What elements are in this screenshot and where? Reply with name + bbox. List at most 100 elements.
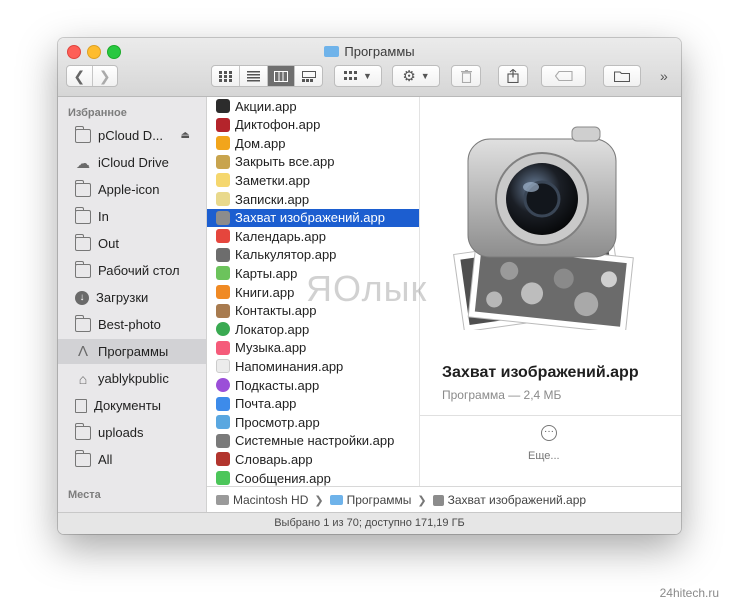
sidebar-item-label: Out xyxy=(98,236,119,251)
columns-icon xyxy=(273,70,288,82)
list-item[interactable]: Музыка.app xyxy=(207,339,419,357)
back-button[interactable]: ❮ xyxy=(67,66,93,86)
sidebar-item-label: uploads xyxy=(98,425,144,440)
home-app-icon xyxy=(216,136,230,151)
image-capture-large-icon xyxy=(453,126,634,330)
sidebar-item-pcloud[interactable]: pCloud D... ⏏ xyxy=(58,123,206,148)
list-item[interactable]: Диктофон.app xyxy=(207,116,419,134)
list-icon xyxy=(246,70,260,81)
list-item-label: Книги.app xyxy=(235,284,295,300)
action-button[interactable]: ⚙ ▼ xyxy=(392,65,440,87)
sidebar-item-downloads[interactable]: ↓ Загрузки xyxy=(58,285,206,310)
list-item-label: Акции.app xyxy=(235,98,297,114)
chevron-down-icon: ▼ xyxy=(363,71,372,81)
icon-view-button[interactable] xyxy=(212,66,240,86)
sidebar-item-best-photo[interactable]: Best-photo xyxy=(58,312,206,337)
mail-app-icon xyxy=(216,396,230,411)
list-item[interactable]: Дом.app xyxy=(207,134,419,152)
sidebar-item-icloud-drive[interactable]: ☁ iCloud Drive xyxy=(58,150,206,175)
group-grid-icon xyxy=(344,70,358,80)
list-item[interactable]: Закрыть все.app xyxy=(207,153,419,171)
list-item[interactable]: Записки.app xyxy=(207,190,419,208)
sidebar-item-desktop[interactable]: Рабочий стол xyxy=(58,258,206,283)
path-bar: Macintosh HD ❯ Программы ❯ Захват изобра… xyxy=(207,486,681,513)
list-item[interactable]: Просмотр.app xyxy=(207,413,419,431)
folder-icon xyxy=(75,422,91,440)
path-segment-disk[interactable]: Macintosh HD xyxy=(233,493,308,507)
column-view-button[interactable] xyxy=(267,66,296,86)
quit-all-app-icon xyxy=(216,154,230,169)
list-item[interactable]: Подкасты.app xyxy=(207,376,419,394)
sidebar-item-label: In xyxy=(98,209,109,224)
maps-app-icon xyxy=(216,266,230,281)
find-my-app-icon xyxy=(216,322,230,337)
watermark: ЯОлык xyxy=(306,268,428,309)
list-item[interactable]: Локатор.app xyxy=(207,320,419,338)
share-button[interactable] xyxy=(498,65,528,87)
list-item-label: Словарь.app xyxy=(235,451,313,467)
status-bar: Выбрано 1 из 70; доступно 171,19 ГБ xyxy=(58,512,681,534)
list-item-label: Карты.app xyxy=(235,265,298,281)
sidebar-item-label: Загрузки xyxy=(96,290,149,305)
list-item[interactable]: Сообщения.app xyxy=(207,469,419,486)
preview-divider xyxy=(420,415,681,416)
list-item-label: Сообщения.app xyxy=(235,470,331,486)
image-capture-app-icon xyxy=(216,210,230,225)
desktop-icon xyxy=(75,260,91,278)
sidebar-item-documents[interactable]: Документы xyxy=(58,393,206,418)
preview-file-meta: Программа — 2,4 МБ xyxy=(442,388,562,402)
new-folder-button[interactable] xyxy=(603,65,641,87)
list-item-label: Музыка.app xyxy=(235,340,307,356)
sidebar-item-all[interactable]: All xyxy=(58,447,206,472)
disk-icon xyxy=(216,495,229,505)
list-item[interactable]: Акции.app xyxy=(207,97,419,115)
list-item-label: Захват изображений.app xyxy=(235,210,385,226)
chevron-right-icon: ❯ xyxy=(98,67,111,84)
list-item-label: Калькулятор.app xyxy=(235,247,337,263)
music-app-icon xyxy=(216,340,230,355)
sidebar-item-out[interactable]: Out xyxy=(58,231,206,256)
forward-button[interactable]: ❯ xyxy=(93,66,118,86)
sidebar-item-label: Рабочий стол xyxy=(98,263,180,278)
path-separator-icon: ❯ xyxy=(417,494,427,507)
list-item[interactable]: Почта.app xyxy=(207,395,419,413)
sidebar-item-in[interactable]: In xyxy=(58,204,206,229)
trash-button[interactable] xyxy=(451,65,481,87)
sidebar-item-apple-icon[interactable]: Apple-icon xyxy=(58,177,206,202)
sidebar-item-applications[interactable]: Λ Программы xyxy=(58,339,206,364)
list-item[interactable]: Системные настройки.app xyxy=(207,432,419,450)
eject-icon[interactable]: ⏏ xyxy=(181,130,190,141)
list-item[interactable]: Заметки.app xyxy=(207,171,419,189)
list-item[interactable]: Калькулятор.app xyxy=(207,246,419,264)
tags-button[interactable] xyxy=(541,65,586,87)
preview-pane: Захват изображений.app Программа — 2,4 М… xyxy=(420,97,681,486)
path-segment-applications[interactable]: Программы xyxy=(347,493,412,507)
toolbar-overflow-button[interactable]: » xyxy=(660,68,668,84)
preview-file-name: Захват изображений.app xyxy=(442,364,639,381)
preview-more-button[interactable]: Еще... xyxy=(528,450,560,462)
sidebar-item-home[interactable]: ⌂ yablykpublic xyxy=(58,366,206,391)
image-capture-small-icon xyxy=(432,494,444,506)
gallery-view-button[interactable] xyxy=(295,66,322,86)
list-item-label: Контакты.app xyxy=(235,303,317,319)
more-icon[interactable]: ··· xyxy=(541,425,557,441)
list-view-button[interactable] xyxy=(240,66,268,86)
list-item-label: Напоминания.app xyxy=(235,358,344,374)
notes-app-icon xyxy=(216,173,230,188)
list-item[interactable]: Календарь.app xyxy=(207,227,419,245)
grid-icon xyxy=(218,70,232,82)
applications-folder-icon xyxy=(329,495,343,505)
gallery-icon xyxy=(301,70,316,82)
list-item-selected[interactable]: Захват изображений.app xyxy=(207,208,419,227)
list-item-label: Системные настройки.app xyxy=(235,433,395,449)
list-item[interactable]: Словарь.app xyxy=(207,450,419,468)
group-button[interactable]: ▼ xyxy=(334,65,382,87)
folder-icon xyxy=(75,233,91,251)
sidebar-places-header: Места xyxy=(68,489,101,501)
sidebar-item-uploads[interactable]: uploads xyxy=(58,420,206,445)
chevron-left-icon: ❮ xyxy=(73,67,86,84)
home-icon: ⌂ xyxy=(78,370,88,387)
list-item[interactable]: Напоминания.app xyxy=(207,357,419,375)
path-segment-app[interactable]: Захват изображений.app xyxy=(448,493,586,507)
voice-memos-app-icon xyxy=(216,117,230,132)
